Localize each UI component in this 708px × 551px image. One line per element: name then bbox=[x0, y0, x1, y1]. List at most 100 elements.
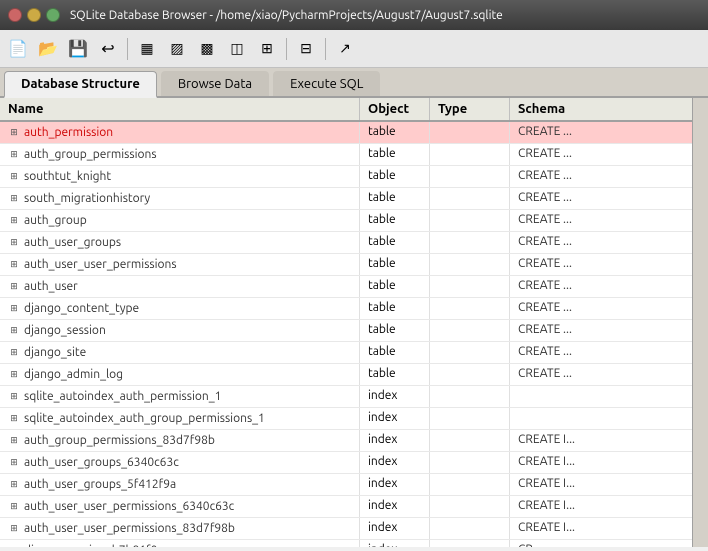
col-header-type: Type bbox=[430, 98, 510, 120]
cell-type bbox=[430, 298, 510, 319]
expand-icon[interactable]: ⊞ bbox=[8, 501, 20, 512]
table-row[interactable]: ⊞auth_user_groups_5f412f9aindexCREATE I.… bbox=[0, 474, 692, 496]
data-rows[interactable]: ⊞auth_permissiontableCREATE ...⊞auth_gro… bbox=[0, 122, 692, 547]
cell-schema bbox=[510, 408, 692, 429]
close-button[interactable] bbox=[8, 8, 22, 22]
table-row[interactable]: ⊞auth_usertableCREATE ... bbox=[0, 276, 692, 298]
expand-icon[interactable]: ⊞ bbox=[8, 457, 20, 468]
table-row[interactable]: ⊞django_admin_logtableCREATE ... bbox=[0, 364, 692, 386]
table-row[interactable]: ⊞southtut_knighttableCREATE ... bbox=[0, 166, 692, 188]
tab-execute-sql[interactable]: Execute SQL bbox=[273, 71, 380, 96]
col-header-name: Name bbox=[0, 98, 360, 120]
table-row[interactable]: ⊞django_sessiontableCREATE ... bbox=[0, 320, 692, 342]
save-button[interactable]: 💾 bbox=[64, 35, 92, 63]
cell-schema: CREATE ... bbox=[510, 254, 692, 275]
expand-icon[interactable]: ⊞ bbox=[8, 545, 20, 547]
open-button[interactable]: 📂 bbox=[34, 35, 62, 63]
cell-name: ⊞django_site bbox=[0, 342, 360, 363]
cell-name: ⊞ django_session bbox=[0, 320, 360, 341]
expand-icon[interactable]: ⊞ bbox=[8, 413, 20, 424]
cell-schema: CR... bbox=[510, 540, 692, 547]
delete-table-button[interactable]: ▩ bbox=[193, 35, 221, 63]
cell-type bbox=[430, 430, 510, 451]
cell-name: ⊞ auth_user_user_permissions bbox=[0, 254, 360, 275]
expand-icon[interactable]: ⊞ bbox=[8, 479, 20, 490]
expand-icon[interactable]: ⊞ bbox=[8, 127, 20, 138]
table-row[interactable]: ⊞sqlite_autoindex_auth_group_permissions… bbox=[0, 408, 692, 430]
execute-sql-button[interactable]: ⊟ bbox=[292, 35, 320, 63]
row-name-text: django_session bbox=[24, 324, 106, 337]
table-row[interactable]: ⊞django_session_b7b81f0cindexCR... bbox=[0, 540, 692, 547]
expand-icon[interactable]: ⊞ bbox=[8, 259, 20, 270]
row-name-text: auth_user_user_permissions_6340c63c bbox=[24, 500, 234, 513]
cell-schema: CREATE I... bbox=[510, 518, 692, 539]
expand-icon[interactable]: ⊞ bbox=[8, 369, 20, 380]
minimize-button[interactable] bbox=[27, 8, 41, 22]
undo-button[interactable]: ↩ bbox=[94, 35, 122, 63]
row-name-text: auth_group bbox=[24, 214, 87, 227]
cell-type bbox=[430, 144, 510, 165]
table-row[interactable]: ⊞south_migrationhistorytableCREATE ... bbox=[0, 188, 692, 210]
expand-icon[interactable]: ⊞ bbox=[8, 391, 20, 402]
new-row-button[interactable]: ◫ bbox=[223, 35, 251, 63]
cell-name: ⊞django_content_type bbox=[0, 298, 360, 319]
expand-icon[interactable]: ⊞ bbox=[8, 325, 20, 336]
row-name-text: auth_permission bbox=[24, 126, 113, 139]
table-row[interactable]: ⊞ auth_user_user_permissions_6340c63c inde… bbox=[0, 496, 692, 518]
table-row[interactable]: ⊞auth_user_groups_6340c63cindexCREATE I.… bbox=[0, 452, 692, 474]
expand-icon[interactable]: ⊞ bbox=[8, 347, 20, 358]
new-button[interactable]: 📄 bbox=[4, 35, 32, 63]
col-header-object: Object bbox=[360, 98, 430, 120]
toolbar-separator-3 bbox=[325, 38, 326, 60]
tab-database-structure[interactable]: Database Structure bbox=[4, 71, 157, 98]
expand-icon[interactable]: ⊞ bbox=[8, 523, 20, 534]
cell-object: table bbox=[360, 342, 430, 363]
vertical-scrollbar[interactable] bbox=[692, 98, 708, 547]
table-row[interactable]: ⊞auth_permissiontableCREATE ... bbox=[0, 122, 692, 144]
main-content: Name Object Type Schema ⊞ auth_permission… bbox=[0, 98, 708, 547]
cell-schema bbox=[510, 386, 692, 407]
cell-schema: CREATE ... bbox=[510, 210, 692, 231]
cell-name: ⊞ southtut_knight bbox=[0, 166, 360, 187]
table-row[interactable]: ⊞django_sitetableCREATE ... bbox=[0, 342, 692, 364]
table-row[interactable]: ⊞auth_user_user_permissions_83d7f98binde… bbox=[0, 518, 692, 540]
table-row[interactable]: ⊞auth_group_permissionstableCREATE ... bbox=[0, 144, 692, 166]
cell-schema: CREATE ... bbox=[510, 122, 692, 143]
expand-icon[interactable]: ⊞ bbox=[8, 281, 20, 292]
expand-icon[interactable]: ⊞ bbox=[8, 215, 20, 226]
table-container: Name Object Type Schema ⊞ auth_permission… bbox=[0, 98, 692, 547]
expand-icon[interactable]: ⊞ bbox=[8, 237, 20, 248]
table-row[interactable]: ⊞auth_user_groupstableCREATE ... bbox=[0, 232, 692, 254]
expand-icon[interactable]: ⊞ bbox=[8, 435, 20, 446]
cell-object: index bbox=[360, 452, 430, 473]
col-header-schema: Schema bbox=[510, 98, 692, 120]
table-row[interactable]: ⊞sqlite_autoindex_auth_permission_1index bbox=[0, 386, 692, 408]
cell-object: index bbox=[360, 408, 430, 429]
expand-icon[interactable]: ⊞ bbox=[8, 303, 20, 314]
cell-name: ⊞auth_group_permissions bbox=[0, 144, 360, 165]
maximize-button[interactable] bbox=[46, 8, 60, 22]
cell-object: table bbox=[360, 364, 430, 385]
expand-icon[interactable]: ⊞ bbox=[8, 193, 20, 204]
cell-object: index bbox=[360, 496, 430, 517]
table-row[interactable]: ⊞auth_group_permissions_83d7f98bindexCRE… bbox=[0, 430, 692, 452]
row-name-text: sqlite_autoindex_auth_permission_1 bbox=[24, 390, 221, 403]
expand-icon[interactable]: ⊞ bbox=[8, 171, 20, 182]
expand-icon[interactable]: ⊞ bbox=[8, 149, 20, 160]
table-wrapper: Name Object Type Schema ⊞ auth_permission… bbox=[0, 98, 708, 547]
cell-name: ⊞auth_user_groups_6340c63c bbox=[0, 452, 360, 473]
new-table-button[interactable]: ▦ bbox=[133, 35, 161, 63]
delete-row-button[interactable]: ⊞ bbox=[253, 35, 281, 63]
row-name-text: auth_user bbox=[24, 280, 78, 293]
table-row[interactable]: ⊞auth_grouptableCREATE ... bbox=[0, 210, 692, 232]
table-row[interactable]: ⊞auth_user_user_permissionstableCREATE .… bbox=[0, 254, 692, 276]
row-name-text: southtut_knight bbox=[24, 170, 111, 183]
help-button[interactable]: ↗ bbox=[331, 35, 359, 63]
row-name-text: auth_user_user_permissions bbox=[24, 258, 177, 271]
table-row[interactable]: ⊞django_content_typetableCREATE ... bbox=[0, 298, 692, 320]
row-name-text: django_admin_log bbox=[24, 368, 123, 381]
edit-table-button[interactable]: ▨ bbox=[163, 35, 191, 63]
tab-browse-data[interactable]: Browse Data bbox=[161, 71, 269, 96]
cell-type bbox=[430, 232, 510, 253]
toolbar-separator-2 bbox=[286, 38, 287, 60]
